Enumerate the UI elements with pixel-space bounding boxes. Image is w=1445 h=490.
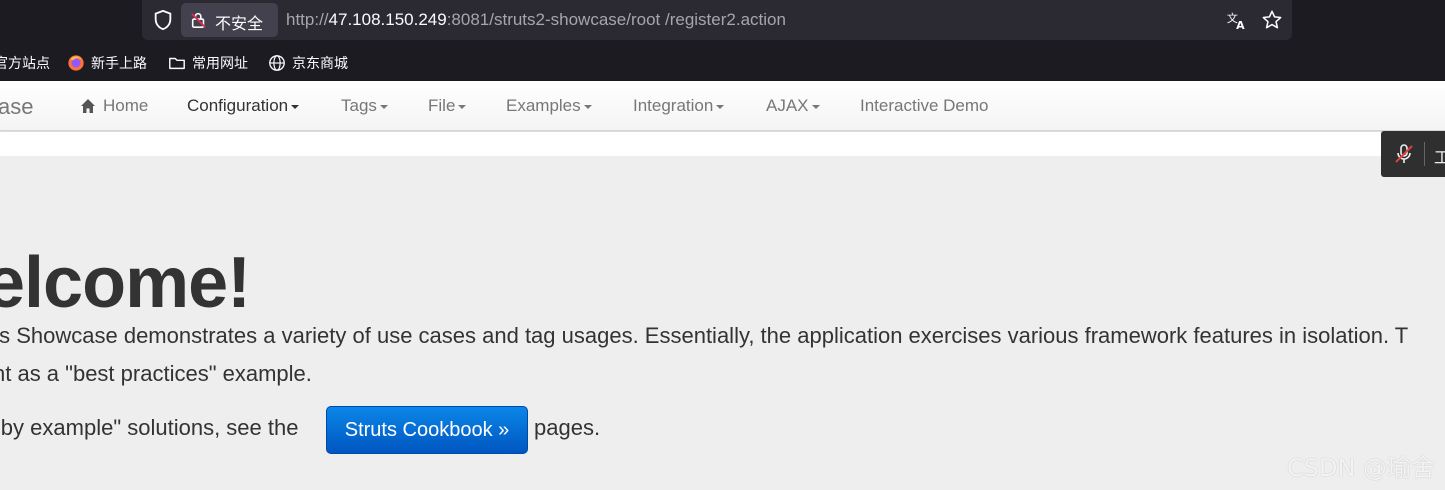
nav-home-label: Home	[103, 96, 149, 115]
bookmark-common-urls[interactable]: 常用网址	[168, 53, 248, 73]
caret-down-icon	[811, 105, 820, 109]
folder-icon	[169, 57, 185, 70]
intro-line-2: nt as a "best practices" example.	[0, 361, 312, 386]
globe-icon	[269, 55, 285, 71]
url-path: :8081/struts2-showcase/root /register2.a…	[446, 10, 786, 29]
bookmark-label: 常用网址	[192, 56, 248, 72]
caret-down-icon	[458, 105, 467, 109]
nav-file-label: File	[428, 96, 456, 115]
mic-off-icon[interactable]	[1393, 143, 1415, 165]
site-navbar: ase Home Configuration Tags File Example…	[0, 81, 1445, 131]
nav-file[interactable]: File	[428, 96, 467, 116]
nav-tags[interactable]: Tags	[341, 96, 388, 116]
welcome-heading: elcome!	[0, 243, 251, 323]
caret-down-icon	[716, 105, 725, 109]
nav-ajax-label: AJAX	[766, 96, 809, 115]
toolbar-separator	[1424, 142, 1425, 166]
intro-line-3-suffix: pages.	[534, 415, 601, 440]
nav-tags-label: Tags	[341, 96, 377, 115]
nav-examples-label: Examples	[506, 96, 581, 115]
caret-down-icon	[291, 105, 300, 109]
security-indicator[interactable]: 不安全	[181, 3, 278, 37]
svg-text:A: A	[1236, 19, 1245, 31]
nav-interactive-demo-label: Interactive Demo	[860, 96, 989, 115]
bookmark-label: 新手上路	[91, 56, 147, 72]
insecure-lock-icon	[191, 12, 206, 29]
bookmark-label: 京东商城	[292, 56, 348, 72]
nav-configuration-label: Configuration	[187, 96, 289, 115]
nav-examples[interactable]: Examples	[506, 96, 592, 116]
nav-configuration[interactable]: Configuration	[187, 96, 300, 116]
tracking-protection-shield-icon[interactable]	[152, 9, 174, 31]
bookmark-jd-mall[interactable]: 京东商城	[268, 53, 348, 73]
nav-integration-label: Integration	[633, 96, 714, 115]
firefox-icon	[68, 55, 84, 71]
bookmark-official-site[interactable]: 官方站点	[0, 53, 50, 73]
caret-down-icon	[583, 105, 592, 109]
caret-down-icon	[379, 105, 388, 109]
navbar-brand[interactable]: ase	[0, 94, 33, 120]
nav-ajax[interactable]: AJAX	[766, 96, 820, 116]
struts-cookbook-button[interactable]: Struts Cookbook »	[326, 406, 528, 454]
floating-toolbar-text[interactable]: 工	[1434, 144, 1445, 168]
nav-home[interactable]: Home	[80, 96, 148, 116]
browser-chrome: 不安全 http://47.108.150.249:8081/struts2-s…	[0, 0, 1445, 81]
home-icon	[81, 99, 95, 113]
bookmark-getting-started[interactable]: 新手上路	[67, 53, 147, 73]
bookmarks-toolbar: 官方站点 新手上路 常用网址 京东商城	[0, 44, 1445, 80]
bookmark-star-icon[interactable]	[1261, 9, 1283, 31]
nav-integration[interactable]: Integration	[633, 96, 725, 116]
url-host: 47.108.150.249	[328, 10, 447, 29]
floating-toolbar[interactable]: 工	[1381, 131, 1445, 177]
intro-line-1: ts Showcase demonstrates a variety of us…	[0, 323, 1409, 348]
url-text[interactable]: http://47.108.150.249:8081/struts2-showc…	[286, 10, 786, 30]
translate-icon[interactable]: 文 A	[1226, 9, 1248, 31]
csdn-watermark: CSDN @瑜舍	[1287, 454, 1436, 482]
nav-interactive-demo[interactable]: Interactive Demo	[860, 96, 989, 116]
navbar-spacer	[0, 132, 1445, 156]
intro-line-3: "by example" solutions, see the	[0, 415, 299, 440]
security-label: 不安全	[215, 14, 264, 33]
url-scheme: http://	[286, 10, 329, 29]
bookmark-label: 官方站点	[0, 56, 50, 72]
